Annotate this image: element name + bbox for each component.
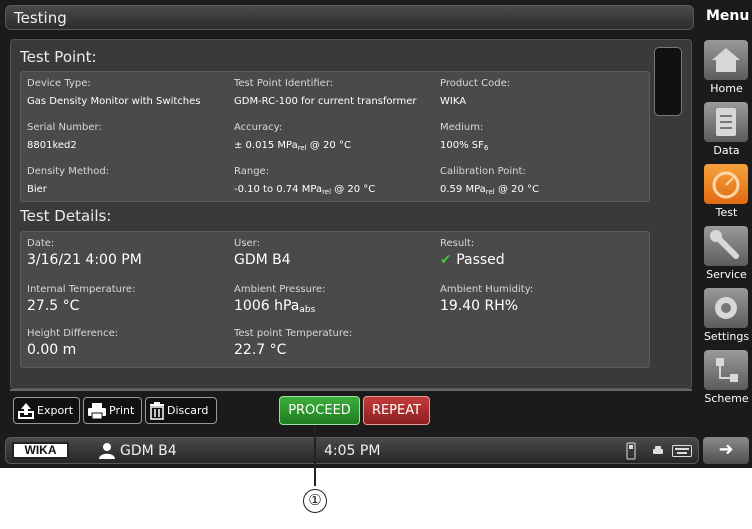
menu-item-home[interactable]: Home <box>701 40 752 98</box>
wika-logo: WIKA <box>12 442 69 459</box>
menu-item-service[interactable]: Service <box>701 226 752 284</box>
menu-title: Menu <box>706 8 750 24</box>
test-details-title: Test Details: <box>20 207 112 225</box>
export-button[interactable]: Export <box>13 397 80 424</box>
medium-label: Medium: <box>440 122 484 133</box>
ambient-humidity-label: Ambient Humidity: <box>440 284 534 295</box>
callout-line <box>314 425 316 486</box>
user-icon <box>99 443 115 459</box>
result-value: ✔ Passed <box>440 252 505 268</box>
title-bar: Testing <box>5 5 694 30</box>
internal-temperature-value: 27.5 °C <box>27 298 80 314</box>
keyboard-icon[interactable] <box>672 445 692 457</box>
identifier-label: Test Point Identifier: <box>234 78 334 89</box>
density-method-label: Density Method: <box>27 166 110 177</box>
content-area: Test Point: Device Type: Gas Density Mon… <box>10 39 692 389</box>
user-value: GDM B4 <box>234 252 291 268</box>
gear-icon <box>704 288 748 328</box>
product-code-value: WIKA <box>440 96 467 107</box>
status-time: 4:05 PM <box>324 443 381 459</box>
printer-icon <box>88 402 106 419</box>
test-point-temperature-label: Test point Temperature: <box>234 328 353 339</box>
ambient-pressure-value: 1006 hPaabs <box>234 298 316 315</box>
identifier-value: GDM-RC-100 for current transformer <box>234 96 417 107</box>
serial-value: 8801ked2 <box>27 140 77 151</box>
serial-label: Serial Number: <box>27 122 102 133</box>
usb-icon <box>626 442 636 460</box>
menu-item-settings[interactable]: Settings <box>701 288 752 346</box>
device-type-value: Gas Density Monitor with Switches <box>27 96 201 107</box>
repeat-button[interactable]: REPEAT <box>363 396 430 425</box>
user-label: User: <box>234 238 260 249</box>
trash-icon <box>150 401 164 420</box>
discard-button[interactable]: Discard <box>145 397 217 424</box>
device-screen: Testing Menu Test Point: Device Type: Ga… <box>0 0 752 468</box>
status-bar: WIKA GDM B4 4:05 PM <box>5 437 699 464</box>
product-code-label: Product Code: <box>440 78 511 89</box>
calibration-point-value: 0.59 MParel @ 20 °C <box>440 184 540 196</box>
test-point-title: Test Point: <box>20 48 97 66</box>
ambient-pressure-label: Ambient Pressure: <box>234 284 326 295</box>
scrollbar[interactable] <box>654 47 682 116</box>
arrow-right-icon[interactable]: ➜ <box>703 437 749 464</box>
date-label: Date: <box>27 238 55 249</box>
result-label: Result: <box>440 238 475 249</box>
menu-item-data[interactable]: Data <box>701 102 752 160</box>
gauge-icon <box>704 164 748 204</box>
internal-temperature-label: Internal Temperature: <box>27 284 136 295</box>
ambient-humidity-value: 19.40 RH% <box>440 298 519 314</box>
print-button[interactable]: Print <box>83 397 142 424</box>
medium-value: 100% SF6 <box>440 140 489 152</box>
accuracy-label: Accuracy: <box>234 122 283 133</box>
date-value: 3/16/21 4:00 PM <box>27 252 142 268</box>
calibration-point-label: Calibration Point: <box>440 166 526 177</box>
menu-item-scheme[interactable]: Scheme <box>701 350 752 408</box>
density-method-value: Bier <box>27 184 47 195</box>
menu-item-test[interactable]: Test <box>701 164 752 222</box>
checkmark-icon: ✔ <box>440 252 452 268</box>
height-difference-value: 0.00 m <box>27 342 77 358</box>
callout-number: ① <box>303 489 327 513</box>
test-details-panel: Date: 3/16/21 4:00 PM User: GDM B4 Resul… <box>20 231 650 368</box>
status-user: GDM B4 <box>120 443 177 459</box>
window-title: Testing <box>14 9 67 27</box>
accuracy-value: ± 0.015 MParel @ 20 °C <box>234 140 351 152</box>
range-label: Range: <box>234 166 270 177</box>
export-icon <box>18 402 34 419</box>
car-icon <box>653 446 663 454</box>
home-icon <box>704 40 748 80</box>
clipboard-icon <box>704 102 748 142</box>
proceed-button[interactable]: PROCEED <box>279 396 360 425</box>
scheme-icon <box>704 350 748 390</box>
range-value: -0.10 to 0.74 MParel @ 20 °C <box>234 184 376 196</box>
wrench-icon <box>704 226 748 266</box>
test-point-panel: Device Type: Gas Density Monitor with Sw… <box>20 71 650 202</box>
device-type-label: Device Type: <box>27 78 91 89</box>
test-point-temperature-value: 22.7 °C <box>234 342 287 358</box>
divider <box>10 389 692 391</box>
height-difference-label: Height Difference: <box>27 328 119 339</box>
